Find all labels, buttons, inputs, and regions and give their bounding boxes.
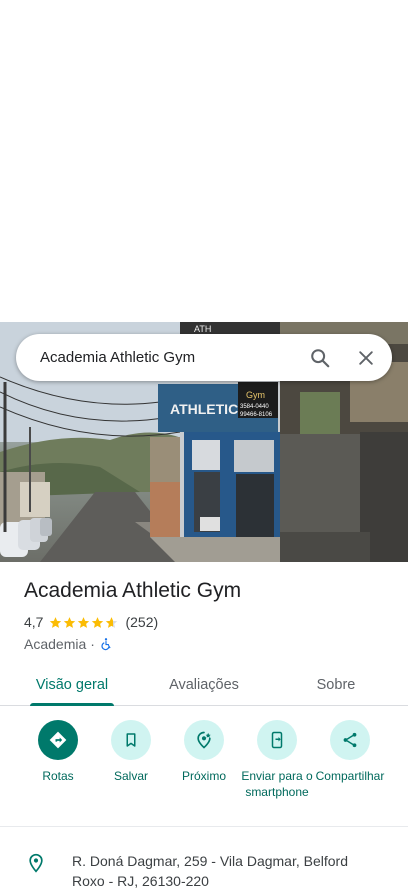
location-pin-icon <box>29 853 43 873</box>
place-title: Academia Athletic Gym <box>24 579 242 602</box>
gym-sign-logo: Gym <box>246 390 265 400</box>
share-icon <box>343 732 357 748</box>
bookmark-icon <box>126 733 136 747</box>
action-label: Enviar para o smartphone <box>241 769 313 799</box>
tab-overview[interactable]: Visão geral <box>24 664 120 706</box>
action-label: Compartilhar <box>315 769 385 783</box>
send-to-phone-icon <box>271 731 283 749</box>
action-bar: Rotas Salvar Próximo Enviar para o smart… <box>0 720 408 820</box>
star-icon <box>64 616 76 628</box>
active-tab-indicator <box>30 703 114 706</box>
directions-circle[interactable] <box>38 720 78 760</box>
tab-about[interactable]: Sobre <box>300 664 372 705</box>
place-category: Academia <box>24 636 87 652</box>
address-pin <box>0 846 72 891</box>
gym-sign-text: ATHLETIC <box>170 401 238 417</box>
tab-label: Avaliações <box>169 676 239 693</box>
svg-text:ATH: ATH <box>194 324 211 334</box>
star-icon <box>78 616 90 628</box>
star-icon <box>92 616 104 628</box>
save-button[interactable]: Salvar <box>93 720 169 784</box>
nearby-circle[interactable] <box>184 720 224 760</box>
category-row: Academia · <box>24 636 113 652</box>
close-icon <box>359 350 373 365</box>
share-circle[interactable] <box>330 720 370 760</box>
star-half-icon <box>106 616 118 628</box>
save-circle[interactable] <box>111 720 151 760</box>
search-input[interactable]: Academia Athletic Gym <box>40 349 300 366</box>
search-bar[interactable]: Academia Athletic Gym <box>16 334 392 381</box>
action-label: Próximo <box>181 769 226 783</box>
directions-icon <box>49 731 67 749</box>
tab-label: Visão geral <box>35 676 109 693</box>
nearby-button[interactable]: Próximo <box>166 720 242 784</box>
send-to-phone-circle[interactable] <box>257 720 297 760</box>
rating-value: 4,7 <box>24 614 44 630</box>
rating-row[interactable]: 4,7 (252) <box>24 614 158 630</box>
address-row[interactable]: R. Doná Dagmar, 259 - Vila Dagmar, Belfo… <box>0 846 408 891</box>
tab-bar: Visão geral Avaliações Sobre <box>0 664 408 706</box>
action-label: Salvar <box>113 769 148 783</box>
review-count[interactable]: (252) <box>125 614 158 630</box>
wheelchair-accessible-icon[interactable] <box>99 637 113 651</box>
separator: · <box>90 636 95 652</box>
sign-phone-2: 99466-8106 <box>240 412 273 418</box>
send-to-phone-button[interactable]: Enviar para o smartphone <box>239 720 315 800</box>
nearby-icon <box>197 731 211 749</box>
action-label: Rotas <box>42 769 74 783</box>
star-icon <box>50 616 62 628</box>
divider <box>0 826 408 827</box>
search-icon <box>311 348 330 367</box>
tab-reviews[interactable]: Avaliações <box>158 664 250 705</box>
sign-phone-1: 3584-0440 <box>240 404 269 410</box>
share-button[interactable]: Compartilhar <box>312 720 388 784</box>
clear-search-button[interactable] <box>346 338 386 378</box>
address-text: R. Doná Dagmar, 259 - Vila Dagmar, Belfo… <box>72 853 348 889</box>
search-button[interactable] <box>300 338 340 378</box>
directions-button[interactable]: Rotas <box>20 720 96 784</box>
tab-label: Sobre <box>316 676 356 693</box>
star-rating <box>49 616 119 629</box>
